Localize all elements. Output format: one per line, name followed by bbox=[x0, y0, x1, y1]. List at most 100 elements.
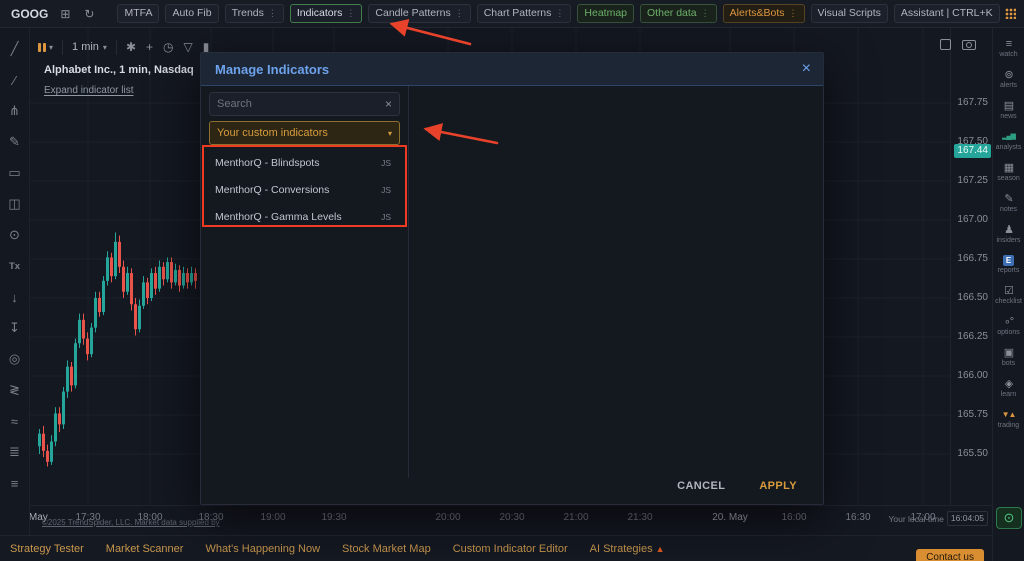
pin-tool[interactable]: ◎ bbox=[0, 350, 30, 368]
sidebar-item-notes[interactable]: ✎ notes bbox=[1000, 193, 1017, 213]
crosshair-icon[interactable]: + bbox=[146, 40, 153, 54]
topbar-button-heatmap[interactable]: Heatmap bbox=[577, 3, 635, 24]
sidebar-item-label: season bbox=[997, 175, 1020, 182]
brush-tool[interactable]: ✎ bbox=[0, 133, 30, 151]
sidebar-item-trading[interactable]: ▼▲ trading bbox=[998, 409, 1019, 429]
season-icon: ▦ bbox=[1003, 162, 1014, 174]
bottom-link-strategy-tester[interactable]: Strategy Tester bbox=[10, 543, 84, 555]
topbar-button-trends[interactable]: Trends ⋮ bbox=[224, 3, 284, 24]
refresh-icon[interactable]: ↻ bbox=[82, 8, 96, 20]
clear-search-icon[interactable]: × bbox=[385, 98, 392, 110]
topbar-button-chart-patterns[interactable]: Chart Patterns ⋮ bbox=[476, 3, 572, 24]
settings-gear-icon[interactable]: ✱ bbox=[126, 40, 136, 54]
topbar-button-mtfa[interactable]: MTFA bbox=[117, 3, 160, 24]
eraser-icon[interactable]: ▽ bbox=[184, 40, 193, 54]
local-time-value[interactable]: 16:04:05 bbox=[946, 511, 988, 526]
bottom-link-custom-indicator-editor[interactable]: Custom Indicator Editor bbox=[453, 543, 568, 555]
sidebar-item-alerts[interactable]: ⊚ alerts bbox=[1000, 69, 1017, 89]
topbar-button-other-data[interactable]: Other data ⋮ bbox=[640, 3, 717, 24]
price-axis-label: 166.75 bbox=[957, 253, 988, 264]
indicator-list: MenthorQ - Blindspots JS MenthorQ - Conver… bbox=[209, 149, 400, 230]
watchlist-edit-tool[interactable]: ≣ bbox=[0, 443, 30, 461]
sidebar-item-analysts[interactable]: ▂▄▆ analysts bbox=[996, 131, 1022, 151]
topbar-button-alerts-bots[interactable]: Alerts&Bots ⋮ bbox=[722, 3, 805, 24]
text-tool[interactable]: Tx bbox=[0, 257, 30, 275]
topbar-right: ? bbox=[1004, 7, 1024, 20]
list-tool[interactable]: ≡ bbox=[0, 474, 30, 492]
sidebar-item-learn[interactable]: ◈ learn bbox=[1001, 378, 1017, 398]
modal-header: Manage Indicators × bbox=[201, 53, 823, 86]
chevron-down-icon: ▾ bbox=[49, 42, 54, 52]
indicator-category-dropdown[interactable]: Your custom indicators ▾ bbox=[209, 121, 400, 145]
sidebar-item-label: bots bbox=[1001, 360, 1016, 367]
close-icon[interactable]: × bbox=[802, 61, 811, 77]
toolbar-divider bbox=[115, 39, 117, 55]
wave-tool[interactable]: ≈ bbox=[0, 412, 30, 430]
bottom-link-what-s-happening-now[interactable]: What's Happening Now bbox=[205, 543, 320, 555]
apply-button[interactable]: APPLY bbox=[759, 480, 797, 492]
arrow-marker-tool[interactable]: ↧ bbox=[0, 319, 30, 337]
indicator-list-item[interactable]: MenthorQ - Conversions JS bbox=[209, 176, 400, 203]
apps-grid-icon[interactable] bbox=[1004, 8, 1016, 19]
bottom-link-stock-market-map[interactable]: Stock Market Map bbox=[342, 543, 431, 555]
topbar-button-label: Alerts&Bots bbox=[729, 7, 785, 20]
notes-icon: ✎ bbox=[1004, 193, 1013, 205]
sidebar-item-bots[interactable]: ▣ bots bbox=[1002, 347, 1015, 367]
circle-tool[interactable]: ⊙ bbox=[0, 226, 30, 244]
rectangle-tool[interactable]: ▭ bbox=[0, 164, 30, 182]
topbar-button-label: Other data bbox=[647, 7, 697, 20]
visibility-eye-button[interactable]: ⊙ bbox=[996, 507, 1022, 529]
copyright-link[interactable]: ©2025 TrendSpider, LLC. Market data supp… bbox=[42, 518, 220, 527]
sidebar-item-season[interactable]: ▦ season bbox=[997, 162, 1020, 182]
fib-retracement-tool[interactable]: ∕ bbox=[0, 71, 30, 89]
camera-icon[interactable] bbox=[962, 39, 976, 50]
more-options-icon[interactable]: ⋮ bbox=[455, 8, 464, 19]
topbar-button-candle-patterns[interactable]: Candle Patterns ⋮ bbox=[368, 3, 471, 24]
sidebar-item-checklist[interactable]: ☑ checklist bbox=[995, 285, 1022, 305]
sidebar-item-watch[interactable]: ≡ watch bbox=[999, 38, 1017, 58]
sidebar-item-label: news bbox=[1000, 113, 1017, 120]
contact-us-button[interactable]: Contact us bbox=[916, 549, 984, 561]
sidebar-item-options[interactable]: ∘° options bbox=[997, 316, 1020, 336]
topbar-button-auto-fib[interactable]: Auto Fib bbox=[165, 3, 219, 24]
price-axis[interactable]: 167.75 167.50 167.25 167.00 166.75 166.50 166.… bbox=[950, 28, 992, 505]
clock-icon[interactable]: ◷ bbox=[163, 40, 173, 54]
sidebar-item-insiders[interactable]: ♟ insiders bbox=[996, 224, 1020, 244]
sidebar-item-news[interactable]: ▤ news bbox=[1000, 100, 1016, 120]
time-axis-label: 21:00 bbox=[563, 512, 589, 523]
trend-line-tool[interactable]: ╱ bbox=[0, 40, 30, 58]
local-time: Your local time 16:04:05 bbox=[888, 511, 988, 526]
bottom-link-ai-strategies[interactable]: AI Strategies ▲ bbox=[590, 543, 665, 555]
cancel-button[interactable]: CANCEL bbox=[677, 480, 725, 492]
arrow-tool[interactable]: ↓ bbox=[0, 288, 30, 306]
pitchfork-tool[interactable]: ⋔ bbox=[0, 102, 30, 120]
watch-icon: ≡ bbox=[1005, 38, 1013, 50]
checklist-icon: ☑ bbox=[1004, 285, 1014, 297]
more-options-icon[interactable]: ⋮ bbox=[346, 8, 355, 19]
topbar-button-indicators[interactable]: Indicators ⋮ bbox=[289, 3, 363, 24]
fullscreen-icon[interactable] bbox=[940, 39, 951, 50]
pattern-tool[interactable]: ≷ bbox=[0, 381, 30, 399]
bottom-link-market-scanner[interactable]: Market Scanner bbox=[106, 543, 184, 555]
interval-dropdown[interactable]: 1 min ▾ bbox=[72, 41, 107, 53]
topbar-button-label: Assistant | CTRL+K bbox=[900, 7, 993, 20]
topbar-button-assistant-ctrl-k[interactable]: Assistant | CTRL+K bbox=[893, 3, 1000, 24]
modal-left-panel: × Your custom indicators ▾ MenthorQ - Bl… bbox=[201, 86, 408, 230]
topbar-button-label: MTFA bbox=[124, 7, 153, 20]
sidebar-item-reports[interactable]: Ereports bbox=[998, 255, 1019, 274]
topbar-button-visual-scripts[interactable]: Visual Scripts bbox=[810, 3, 888, 24]
shapes-tool[interactable]: ◫ bbox=[0, 195, 30, 213]
compare-icon[interactable]: ⊞ bbox=[58, 8, 72, 20]
more-options-icon[interactable]: ⋮ bbox=[789, 8, 798, 19]
interval-value: 1 min bbox=[72, 41, 99, 53]
more-options-icon[interactable]: ⋮ bbox=[555, 8, 564, 19]
replay-pause-button[interactable]: ▾ bbox=[38, 42, 54, 52]
more-options-icon[interactable]: ⋮ bbox=[701, 8, 710, 19]
indicator-list-item[interactable]: MenthorQ - Gamma Levels JS bbox=[209, 203, 400, 230]
more-options-icon[interactable]: ⋮ bbox=[268, 8, 277, 19]
expand-indicator-list-link[interactable]: Expand indicator list bbox=[44, 85, 134, 96]
price-axis-label: 166.25 bbox=[957, 331, 988, 342]
indicator-list-item[interactable]: MenthorQ - Blindspots JS bbox=[209, 149, 400, 176]
symbol-input[interactable]: GOOG bbox=[6, 7, 53, 21]
search-input[interactable] bbox=[217, 98, 381, 110]
